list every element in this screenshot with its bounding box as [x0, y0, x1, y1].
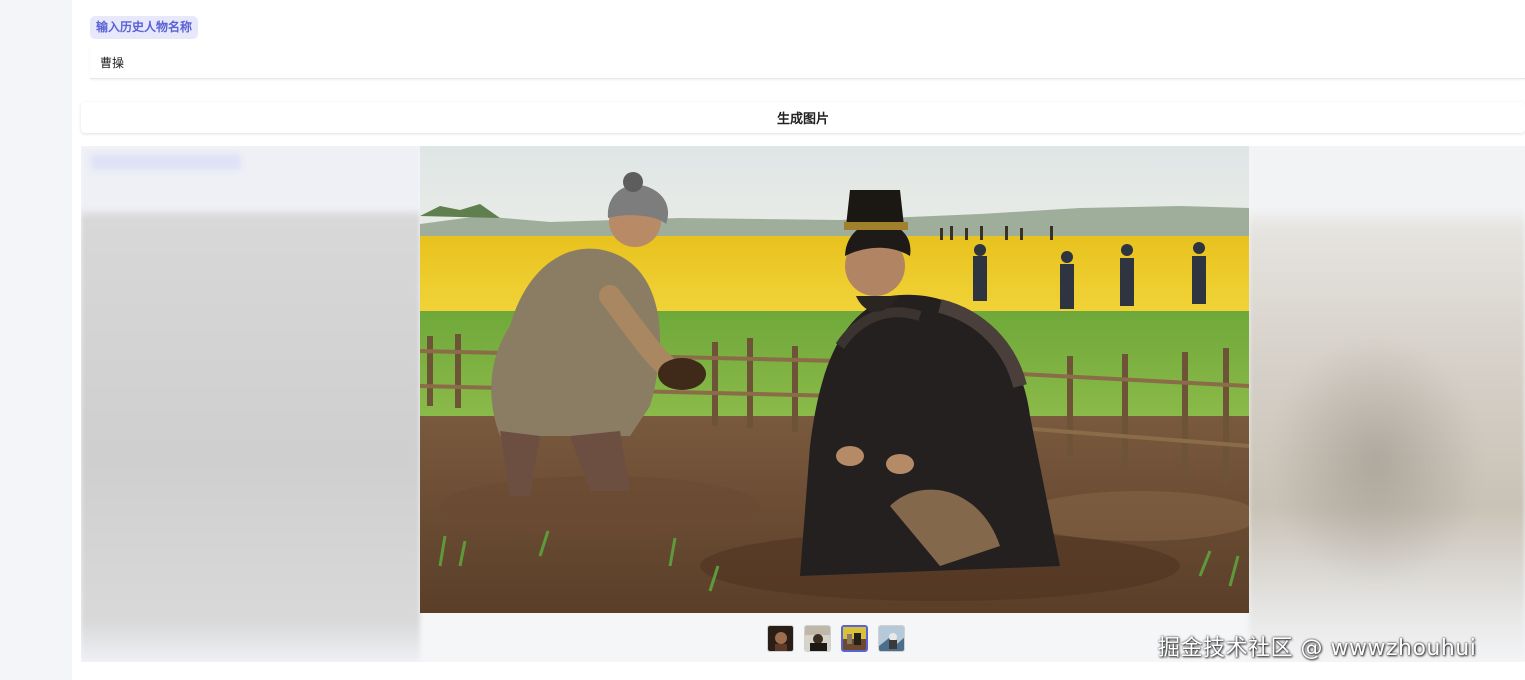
historical-figure-input[interactable]: 曹操 [90, 46, 1525, 79]
image-preview-panel [81, 146, 1525, 662]
input-value: 曹操 [100, 55, 125, 70]
watermark-text: 掘金技术社区 @ wwwzhouhui [1158, 636, 1477, 661]
thumbnail-4[interactable] [878, 625, 905, 652]
thumbnail-2[interactable] [804, 625, 831, 652]
generate-image-button[interactable]: 生成图片 [81, 102, 1525, 133]
main-content: 输入历史人物名称 曹操 生成图片 [72, 0, 1525, 680]
generated-image[interactable] [420, 146, 1249, 613]
thumbnail-3[interactable] [841, 625, 868, 652]
blurred-background-left [81, 146, 420, 662]
left-sidebar [0, 0, 72, 680]
thumbnail-strip [767, 625, 905, 653]
name-input-label: 输入历史人物名称 [90, 16, 199, 39]
blurred-figure [1271, 336, 1481, 586]
thumbnail-1[interactable] [767, 625, 794, 652]
blurred-label [91, 154, 241, 170]
